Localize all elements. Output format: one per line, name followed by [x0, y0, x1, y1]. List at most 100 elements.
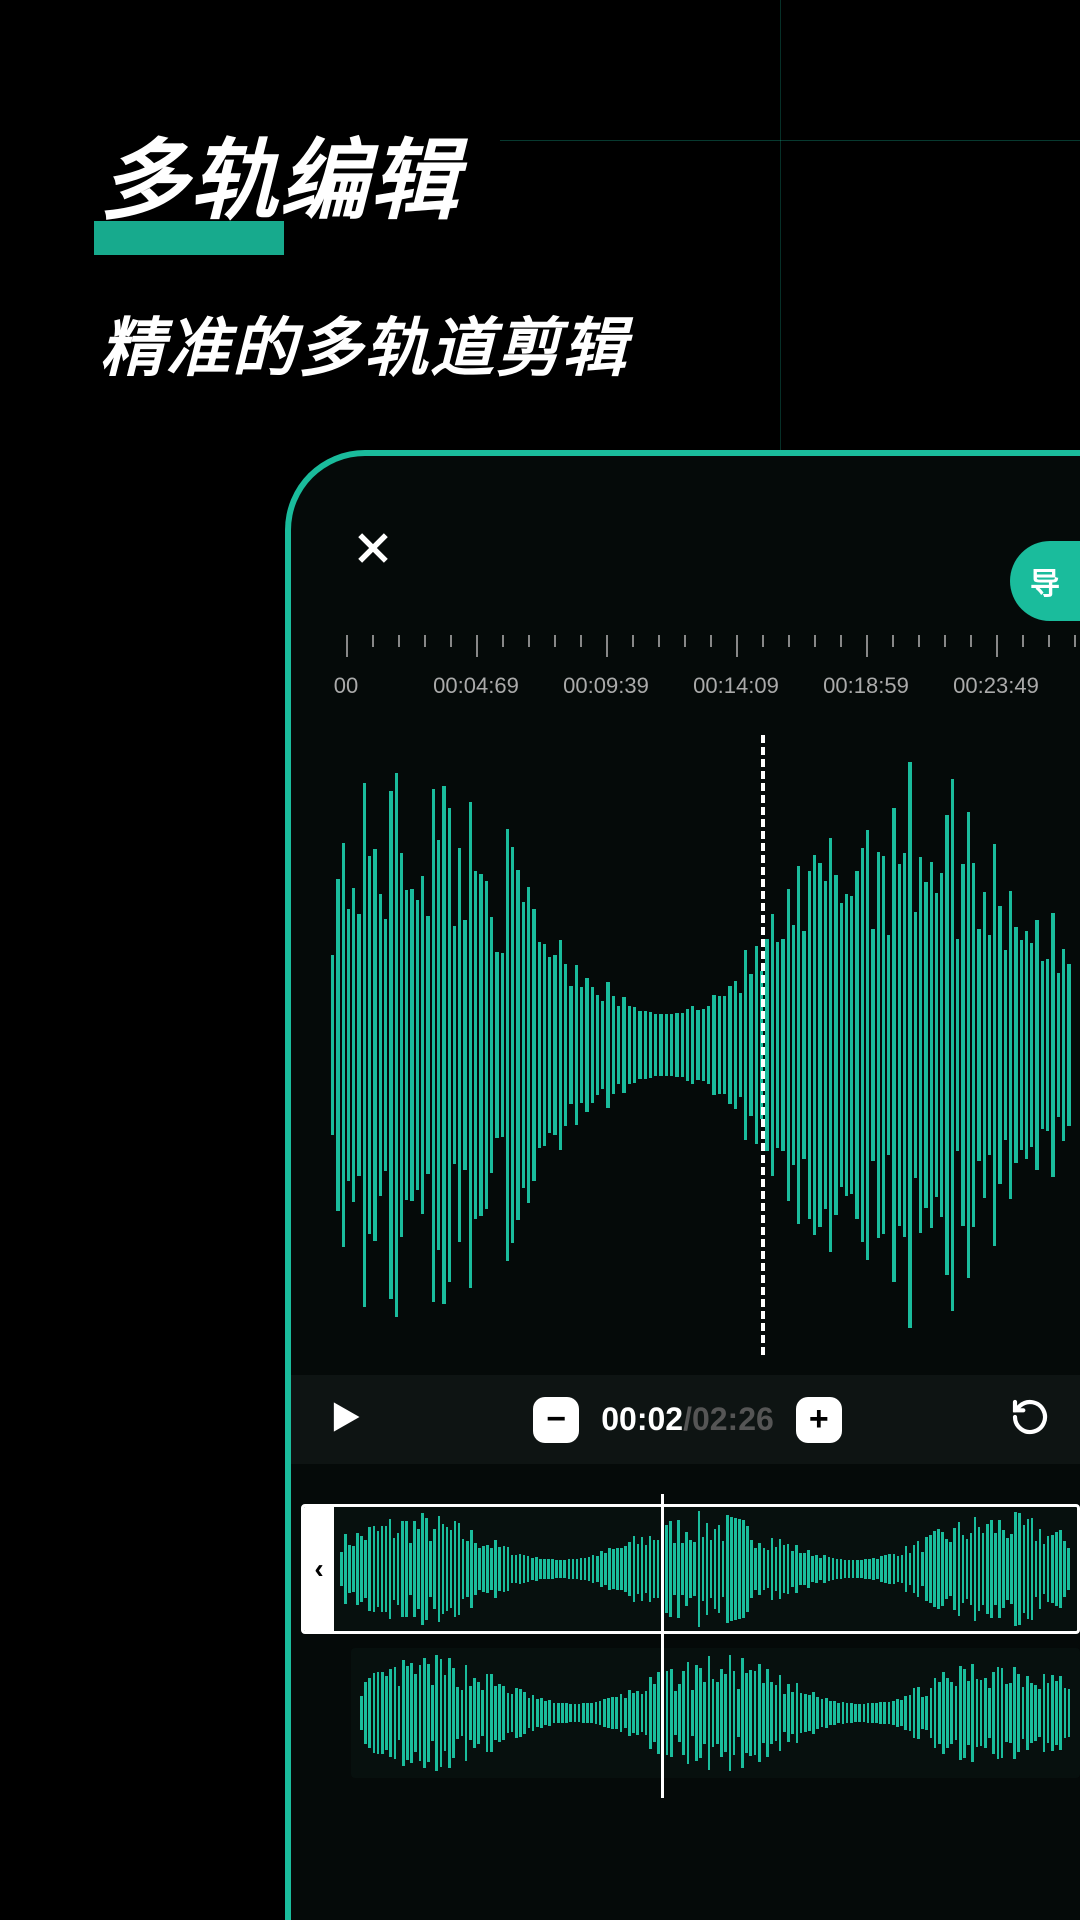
mini-waveform-bar: [477, 1682, 480, 1745]
mini-waveform-bar: [669, 1521, 672, 1617]
mini-waveform-bar: [681, 1543, 684, 1594]
heading-main: 多轨编辑: [100, 110, 460, 237]
mini-waveform-bar: [368, 1678, 371, 1748]
waveform-bar: [908, 762, 911, 1327]
ruler-tick-minor: [892, 635, 894, 647]
mini-waveform-bar: [535, 1557, 538, 1582]
mini-waveform-bar: [515, 1688, 518, 1738]
clip-handle-left[interactable]: ‹: [304, 1507, 334, 1631]
waveform-bar: [463, 920, 466, 1170]
export-button[interactable]: 导: [1010, 541, 1080, 621]
track-row[interactable]: [291, 1648, 1080, 1778]
mini-waveform-bar: [714, 1529, 717, 1609]
mini-waveform-bar: [674, 1691, 677, 1736]
waveform-bar: [1046, 959, 1049, 1131]
mini-waveform-bar: [783, 1694, 786, 1732]
tracks-playhead[interactable]: [661, 1494, 664, 1798]
mini-waveform-bar: [653, 1540, 656, 1597]
mini-waveform-bar: [726, 1515, 729, 1623]
mini-waveform-bar: [1064, 1688, 1067, 1737]
mini-waveform-bar: [1043, 1674, 1046, 1752]
waveform-bar: [1067, 964, 1070, 1127]
zoom-in-button[interactable]: +: [796, 1397, 842, 1443]
mini-waveform-bar: [568, 1559, 571, 1578]
waveform-bar: [617, 1006, 620, 1083]
mini-waveform-bar: [551, 1559, 554, 1578]
waveform-bar: [665, 1014, 668, 1076]
mini-waveform-bar: [532, 1695, 535, 1730]
audio-clip-2[interactable]: [351, 1648, 1080, 1778]
waveform-bar: [792, 925, 795, 1164]
close-icon[interactable]: [351, 526, 395, 575]
mini-waveform-bar: [373, 1673, 376, 1753]
mini-waveform-bar: [754, 1671, 757, 1754]
waveform-bar: [426, 916, 429, 1173]
mini-waveform-bar: [816, 1697, 819, 1728]
mini-waveform-bar: [531, 1558, 534, 1581]
mini-waveform-bar: [584, 1558, 587, 1580]
zoom-out-button[interactable]: −: [533, 1397, 579, 1443]
mini-waveform-bar: [539, 1559, 542, 1579]
mini-waveform-bar: [1038, 1689, 1041, 1736]
mini-waveform-bar: [702, 1537, 705, 1601]
waveform-bar: [824, 881, 827, 1208]
mini-waveform-bar: [925, 1537, 928, 1601]
mini-waveform-bar: [901, 1555, 904, 1583]
mini-waveform-bar: [440, 1659, 443, 1767]
mini-waveform-bar: [666, 1671, 669, 1755]
time-separator: /: [683, 1401, 692, 1437]
waveform-bar: [368, 856, 371, 1235]
mini-waveform-bar: [385, 1526, 388, 1612]
reset-button[interactable]: [1010, 1397, 1050, 1442]
waveform-bar: [945, 815, 948, 1276]
mini-waveform-bar: [716, 1682, 719, 1743]
mini-waveform-bar: [913, 1688, 916, 1737]
mini-waveform-bar: [414, 1674, 417, 1752]
mini-waveform-bar: [1005, 1684, 1008, 1743]
mini-waveform-bar: [909, 1695, 912, 1731]
waveform-bar: [342, 843, 345, 1247]
mini-waveform-bar: [771, 1538, 774, 1599]
mini-waveform-bar: [1023, 1525, 1026, 1612]
waveform-bar: [437, 840, 440, 1251]
mini-waveform-bar: [871, 1703, 874, 1722]
waveform-bar: [771, 914, 774, 1176]
mini-waveform-bar: [515, 1555, 518, 1584]
main-waveform[interactable]: [321, 735, 1080, 1355]
mini-waveform-bar: [527, 1556, 530, 1582]
timeline-ruler[interactable]: 0000:04:6900:09:3900:14:0900:18:5900:23:…: [291, 635, 1080, 725]
audio-clip-1[interactable]: ‹: [301, 1504, 1080, 1634]
waveform-bar: [659, 1014, 662, 1076]
mini-waveform-bar: [998, 1520, 1001, 1619]
mini-waveform-bar: [1022, 1687, 1025, 1739]
waveform-bar: [855, 871, 858, 1219]
mini-waveform-bar: [811, 1556, 814, 1581]
mini-waveform-bar: [478, 1548, 481, 1590]
track-row[interactable]: ‹: [291, 1504, 1080, 1634]
mini-waveform-bar: [1030, 1683, 1033, 1742]
mini-waveform-bar: [888, 1702, 891, 1725]
mini-waveform-bar: [770, 1682, 773, 1745]
mini-waveform-bar: [377, 1531, 380, 1607]
mini-waveform-bar: [893, 1554, 896, 1584]
mini-waveform-bar: [599, 1701, 602, 1725]
mini-waveform-bar: [703, 1682, 706, 1744]
play-button[interactable]: [321, 1395, 365, 1444]
waveform-bar: [892, 808, 895, 1282]
mini-waveform-bar: [884, 1555, 887, 1583]
mini-waveform-bar: [971, 1664, 974, 1762]
mini-waveform-bar: [427, 1664, 430, 1763]
playhead[interactable]: [761, 735, 765, 1355]
mini-waveform-bar: [595, 1702, 598, 1723]
waveform-bar: [522, 902, 525, 1188]
mini-waveform-bar: [429, 1541, 432, 1597]
waveform-bar: [956, 939, 959, 1152]
mini-waveform-bar: [548, 1700, 551, 1726]
mini-waveform-bar: [750, 1540, 753, 1597]
waveform-bar: [1004, 950, 1007, 1139]
mini-waveform-bar: [417, 1529, 420, 1610]
mini-waveform-bar: [433, 1529, 436, 1610]
ruler-label: 00:09:39: [563, 673, 649, 699]
mini-waveform-bar: [462, 1539, 465, 1599]
waveform-bar: [739, 993, 742, 1098]
